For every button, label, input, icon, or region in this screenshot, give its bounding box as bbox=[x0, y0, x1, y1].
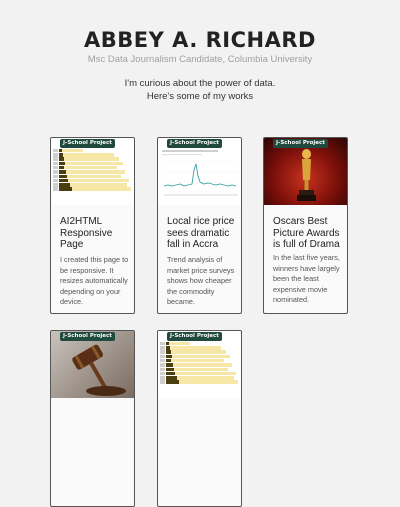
project-card-gavel[interactable]: J-School Project bbox=[50, 330, 135, 507]
project-card-oscars[interactable]: J-School Project Oscars Best Picture Awa… bbox=[263, 137, 348, 314]
project-tag: J-School Project bbox=[167, 332, 222, 341]
card-title[interactable]: AI2HTML Responsive Page bbox=[60, 216, 132, 251]
card-title[interactable]: Local rice price sees dramatic fall in A… bbox=[167, 216, 239, 251]
project-card-rice-price[interactable]: J-School Project Local rice price sees d… bbox=[157, 137, 242, 314]
project-card-ai2html[interactable]: J-School Project AI2HTML Responsive Page… bbox=[50, 137, 135, 314]
card-thumbnail: J-School Project bbox=[158, 138, 241, 205]
gavel-icon bbox=[72, 344, 126, 396]
bar-chart-thumbnail bbox=[53, 148, 133, 204]
project-tag: J-School Project bbox=[60, 139, 115, 148]
bar-chart-thumbnail bbox=[160, 341, 240, 397]
project-grid: J-School Project AI2HTML Responsive Page… bbox=[0, 0, 400, 507]
project-tag: J-School Project bbox=[273, 139, 328, 148]
project-tag: J-School Project bbox=[60, 332, 115, 341]
card-thumbnail: J-School Project bbox=[264, 138, 347, 205]
price-trend-line bbox=[163, 163, 237, 187]
card-description: I created this page to be responsive. It… bbox=[60, 255, 129, 306]
thumbnail-chart-subtitle-line bbox=[162, 154, 202, 156]
card-description: In the last five years, winners have lar… bbox=[273, 253, 340, 304]
card-thumbnail: J-School Project bbox=[158, 331, 241, 398]
line-chart-thumbnail bbox=[162, 150, 238, 196]
card-description: Trend analysis of market price surveys s… bbox=[167, 255, 235, 306]
oscar-statue-icon bbox=[297, 149, 316, 201]
card-thumbnail: J-School Project bbox=[51, 331, 134, 398]
card-thumbnail: J-School Project bbox=[51, 138, 134, 205]
card-title[interactable]: Oscars Best Picture Awards is full of Dr… bbox=[273, 216, 345, 251]
thumbnail-chart-title-line bbox=[162, 150, 218, 152]
project-tag: J-School Project bbox=[167, 139, 222, 148]
project-card-bar-chart[interactable]: J-School Project bbox=[157, 330, 242, 507]
